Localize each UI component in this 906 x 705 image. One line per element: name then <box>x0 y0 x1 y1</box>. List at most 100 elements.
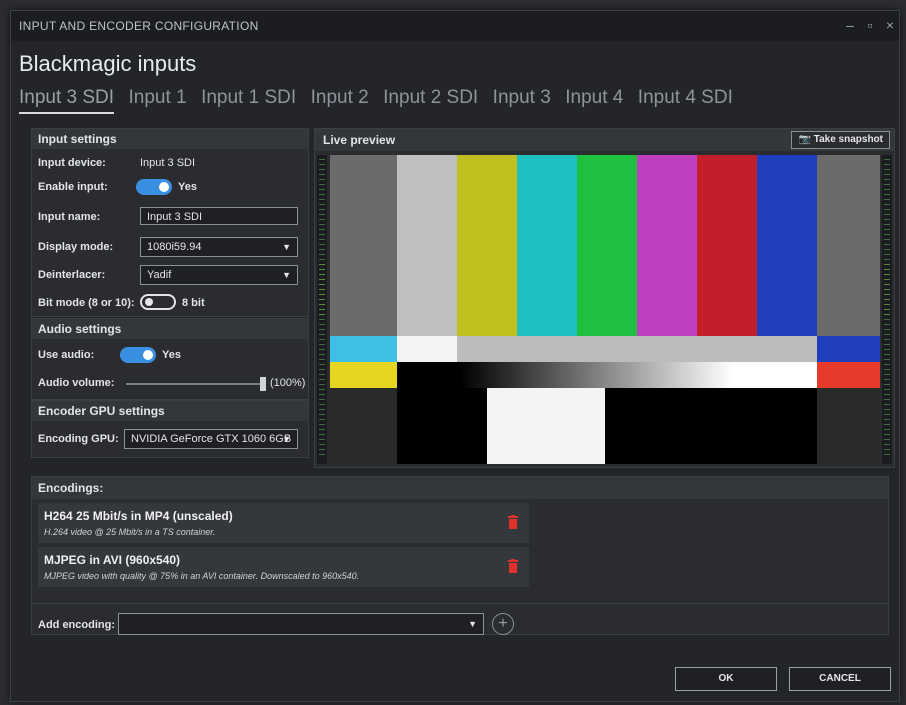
add-encoding-label: Add encoding: <box>38 619 115 631</box>
cancel-button[interactable]: CANCEL <box>789 667 891 691</box>
tab-input-2-sdi[interactable]: Input 2 SDI <box>383 87 478 112</box>
audio-volume-thumb[interactable] <box>260 377 266 391</box>
bar-pluge-right <box>817 388 880 464</box>
meter-segment <box>319 404 325 405</box>
bar-white-mid <box>397 336 457 362</box>
meter-segment <box>884 234 890 235</box>
input-device-label: Input device: <box>38 157 106 169</box>
meter-segment <box>884 434 890 435</box>
meter-segment <box>319 379 325 380</box>
meter-segment <box>319 309 325 310</box>
bar-red-low <box>817 362 880 388</box>
meter-segment <box>319 184 325 185</box>
page-title: Blackmagic inputs <box>19 51 197 76</box>
meter-segment <box>319 429 325 430</box>
close-icon[interactable]: × <box>881 17 899 33</box>
meter-segment <box>884 454 890 455</box>
input-name-field[interactable]: Input 3 SDI <box>140 207 298 225</box>
meter-segment <box>884 254 890 255</box>
audio-volume-slider[interactable] <box>126 383 264 385</box>
meter-segment <box>319 219 325 220</box>
meter-segment <box>884 389 890 390</box>
ok-button[interactable]: OK <box>675 667 777 691</box>
meter-segment <box>884 219 890 220</box>
bar-magenta <box>637 155 697 336</box>
trash-icon[interactable] <box>507 559 519 573</box>
meter-segment <box>319 344 325 345</box>
meter-segment <box>884 274 890 275</box>
input-tabs: Input 3 SDI Input 1 Input 1 SDI Input 2 … <box>19 87 743 117</box>
tab-input-1[interactable]: Input 1 <box>129 87 187 112</box>
meter-segment <box>319 199 325 200</box>
meter-segment <box>319 414 325 415</box>
encoder-gpu-header: Encoder GPU settings <box>32 401 308 421</box>
input-name-label: Input name: <box>38 211 101 223</box>
meter-segment <box>319 249 325 250</box>
tab-input-4-sdi[interactable]: Input 4 SDI <box>638 87 733 112</box>
tab-input-3-sdi[interactable]: Input 3 SDI <box>19 87 115 114</box>
meter-segment <box>884 269 890 270</box>
list-item[interactable]: H264 25 Mbit/s in MP4 (unscaled) H.264 v… <box>38 503 529 543</box>
meter-segment <box>884 214 890 215</box>
tab-input-1-sdi[interactable]: Input 1 SDI <box>201 87 296 112</box>
meter-segment <box>319 394 325 395</box>
deinterlacer-select[interactable]: Yadif ▼ <box>140 265 298 285</box>
bit-mode-toggle[interactable] <box>140 294 176 310</box>
take-snapshot-button[interactable]: 📷 Take snapshot <box>791 131 890 149</box>
meter-segment <box>884 224 890 225</box>
display-mode-value: 1080i59.94 <box>147 241 202 253</box>
toggle-knob <box>159 182 169 192</box>
bar-white-block <box>487 388 605 464</box>
meter-segment <box>884 414 890 415</box>
minimize-icon[interactable]: – <box>841 17 859 33</box>
meter-segment <box>319 439 325 440</box>
tab-input-4[interactable]: Input 4 <box>565 87 623 112</box>
encoding-gpu-select[interactable]: NVIDIA GeForce GTX 1060 6GB ▼ <box>124 429 298 449</box>
add-encoding-button[interactable]: + <box>492 613 514 635</box>
add-encoding-select[interactable]: ▼ <box>118 613 484 635</box>
meter-segment <box>319 159 325 160</box>
meter-segment <box>319 214 325 215</box>
meter-segment <box>319 244 325 245</box>
tab-input-2[interactable]: Input 2 <box>311 87 369 112</box>
meter-segment <box>319 194 325 195</box>
meter-segment <box>884 319 890 320</box>
meter-segment <box>319 449 325 450</box>
encoding-title: MJPEG in AVI (960x540) <box>44 553 181 567</box>
meter-segment <box>884 449 890 450</box>
color-bars-video <box>330 155 880 464</box>
meter-segment <box>884 324 890 325</box>
tab-input-3[interactable]: Input 3 <box>493 87 551 112</box>
meter-segment <box>319 314 325 315</box>
divider <box>32 603 888 604</box>
meter-segment <box>884 424 890 425</box>
meter-segment <box>319 169 325 170</box>
bar-blue-mid <box>817 336 880 362</box>
meter-segment <box>884 429 890 430</box>
display-mode-select[interactable]: 1080i59.94 ▼ <box>140 237 298 257</box>
live-preview-panel: Live preview 📷 Take snapshot <box>314 128 895 468</box>
meter-segment <box>319 234 325 235</box>
meter-segment <box>319 339 325 340</box>
meter-segment <box>319 354 325 355</box>
meter-segment <box>884 159 890 160</box>
meter-segment <box>884 314 890 315</box>
meter-segment <box>319 304 325 305</box>
bar-pluge-left <box>330 388 397 464</box>
meter-segment <box>884 439 890 440</box>
list-item[interactable]: MJPEG in AVI (960x540) MJPEG video with … <box>38 547 529 587</box>
meter-segment <box>319 434 325 435</box>
meter-segment <box>884 339 890 340</box>
use-audio-toggle[interactable] <box>120 347 156 363</box>
meter-segment <box>319 189 325 190</box>
meter-segment <box>319 369 325 370</box>
trash-icon[interactable] <box>507 515 519 529</box>
meter-segment <box>319 329 325 330</box>
meter-segment <box>319 364 325 365</box>
meter-segment <box>884 369 890 370</box>
enable-input-toggle[interactable] <box>136 179 172 195</box>
encodings-panel: Encodings: H264 25 Mbit/s in MP4 (unscal… <box>31 476 889 635</box>
maximize-icon[interactable]: ▫ <box>861 17 879 33</box>
meter-segment <box>884 404 890 405</box>
take-snapshot-label: Take snapshot <box>813 134 883 145</box>
